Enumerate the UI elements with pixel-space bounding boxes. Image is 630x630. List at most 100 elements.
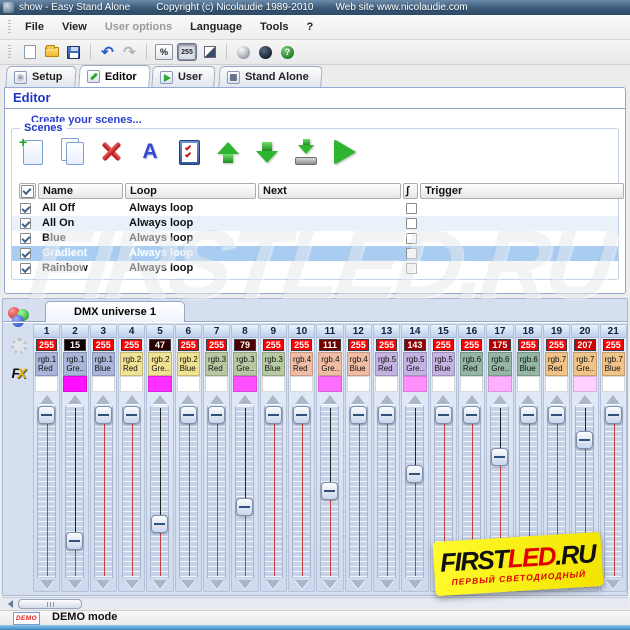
column-header-fade[interactable]: ∫: [403, 183, 418, 199]
fader-down-arrow[interactable]: [380, 580, 394, 589]
fader-up-arrow[interactable]: [266, 395, 280, 404]
fader-track[interactable]: [235, 406, 254, 578]
scene-enabled-checkbox[interactable]: [20, 203, 31, 214]
play-scene-icon[interactable]: [330, 137, 360, 167]
fader-down-arrow[interactable]: [606, 580, 620, 589]
scene-fade-checkbox[interactable]: [406, 218, 417, 229]
fader-up-arrow[interactable]: [578, 395, 592, 404]
scene-row-all-on[interactable]: All OnAlways loop: [12, 216, 618, 231]
fader-thumb[interactable]: [236, 498, 253, 516]
save-icon[interactable]: [65, 44, 82, 61]
menu-view[interactable]: View: [53, 18, 96, 36]
fader-thumb[interactable]: [95, 406, 112, 424]
fader-thumb[interactable]: [463, 406, 480, 424]
scene-enabled-checkbox[interactable]: [20, 233, 31, 244]
fader-thumb[interactable]: [435, 406, 452, 424]
menu-[interactable]: ?: [298, 18, 323, 36]
rename-scene-icon[interactable]: A: [135, 137, 165, 167]
fader-thumb[interactable]: [66, 532, 83, 550]
fader-down-arrow[interactable]: [181, 580, 195, 589]
scroll-left-button[interactable]: [4, 599, 16, 609]
fader-track[interactable]: [37, 406, 56, 578]
tab-stand-alone[interactable]: Stand Alone: [218, 66, 322, 87]
column-header-loop[interactable]: Loop: [125, 183, 256, 199]
tab-setup[interactable]: Setup: [5, 66, 76, 87]
fader-up-arrow[interactable]: [295, 395, 309, 404]
scene-row-gradient[interactable]: GradientAlways loop: [12, 246, 618, 261]
fader-up-arrow[interactable]: [380, 395, 394, 404]
fader-track[interactable]: [377, 406, 396, 578]
fader-thumb[interactable]: [293, 406, 310, 424]
column-header-next[interactable]: Next: [258, 183, 401, 199]
open-folder-icon[interactable]: [43, 44, 60, 61]
fader-thumb[interactable]: [123, 406, 140, 424]
fader-track[interactable]: [179, 406, 198, 578]
fader-track[interactable]: [94, 406, 113, 578]
scrollbar-thumb[interactable]: [18, 599, 82, 609]
fader-track[interactable]: [349, 406, 368, 578]
fader-up-arrow[interactable]: [238, 395, 252, 404]
column-header-name[interactable]: Name: [38, 183, 123, 199]
dmx-universe-tab[interactable]: DMX universe 1: [45, 301, 185, 322]
fader-down-arrow[interactable]: [96, 580, 110, 589]
fader-up-arrow[interactable]: [153, 395, 167, 404]
fader-up-arrow[interactable]: [210, 395, 224, 404]
scene-row-rainbow[interactable]: RainbowAlways loop: [12, 261, 618, 276]
fader-down-arrow[interactable]: [153, 580, 167, 589]
value-255-mode-button[interactable]: 255: [178, 44, 196, 60]
new-document-icon[interactable]: [21, 44, 38, 61]
fader-thumb[interactable]: [548, 406, 565, 424]
scene-fade-checkbox[interactable]: [406, 263, 417, 274]
undo-icon[interactable]: ↶: [99, 44, 116, 61]
fader-thumb[interactable]: [38, 406, 55, 424]
select-all-header[interactable]: [19, 183, 36, 199]
fader-track[interactable]: [207, 406, 226, 578]
menu-tools[interactable]: Tools: [251, 18, 298, 36]
horizontal-scrollbar[interactable]: [2, 597, 628, 609]
scene-row-blue[interactable]: BlueAlways loop: [12, 231, 618, 246]
fader-track[interactable]: [320, 406, 339, 578]
scene-fade-checkbox[interactable]: [406, 203, 417, 214]
scene-fade-checkbox[interactable]: [406, 233, 417, 244]
redo-icon[interactable]: ↷: [121, 44, 138, 61]
web-icon[interactable]: [257, 44, 274, 61]
fader-down-arrow[interactable]: [323, 580, 337, 589]
fader-down-arrow[interactable]: [295, 580, 309, 589]
fader-track[interactable]: [405, 406, 424, 578]
move-scene-up-icon[interactable]: [213, 137, 243, 167]
fader-up-arrow[interactable]: [351, 395, 365, 404]
menu-file[interactable]: File: [16, 18, 53, 36]
fader-up-arrow[interactable]: [408, 395, 422, 404]
fader-up-arrow[interactable]: [465, 395, 479, 404]
fader-down-arrow[interactable]: [351, 580, 365, 589]
new-scene-icon[interactable]: +: [18, 137, 48, 167]
tab-editor[interactable]: Editor: [78, 65, 150, 87]
scene-fade-checkbox[interactable]: [406, 248, 417, 259]
title-bar[interactable]: show - Easy Stand Alone Copyright (c) Ni…: [0, 0, 630, 15]
fader-down-arrow[interactable]: [266, 580, 280, 589]
scene-enabled-checkbox[interactable]: [20, 248, 31, 259]
fader-thumb[interactable]: [321, 482, 338, 500]
fader-up-arrow[interactable]: [68, 395, 82, 404]
fader-thumb[interactable]: [180, 406, 197, 424]
percent-mode-button[interactable]: %: [155, 44, 173, 60]
fader-up-arrow[interactable]: [550, 395, 564, 404]
contrast-mode-button[interactable]: [201, 44, 218, 61]
scene-properties-icon[interactable]: [174, 137, 204, 167]
fader-down-arrow[interactable]: [40, 580, 54, 589]
fader-thumb[interactable]: [406, 465, 423, 483]
fader-thumb[interactable]: [520, 406, 537, 424]
fader-up-arrow[interactable]: [96, 395, 110, 404]
fader-thumb[interactable]: [151, 515, 168, 533]
color-palette-icon[interactable]: [8, 307, 30, 327]
fader-thumb[interactable]: [265, 406, 282, 424]
menu-user-options[interactable]: User options: [96, 18, 181, 36]
fader-up-arrow[interactable]: [40, 395, 54, 404]
fader-down-arrow[interactable]: [68, 580, 82, 589]
fader-thumb[interactable]: [605, 406, 622, 424]
fader-thumb[interactable]: [491, 448, 508, 466]
fader-up-arrow[interactable]: [436, 395, 450, 404]
fader-thumb[interactable]: [208, 406, 225, 424]
fx-generator-icon[interactable]: FX: [12, 365, 27, 381]
fader-up-arrow[interactable]: [181, 395, 195, 404]
